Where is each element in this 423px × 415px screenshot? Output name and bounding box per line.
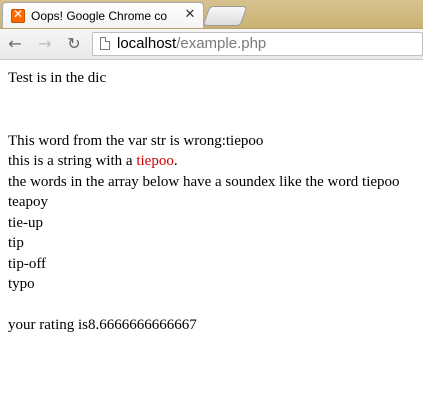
forward-icon[interactable]: →	[36, 35, 54, 53]
soundex-description-line: the words in the array below have a soun…	[8, 173, 400, 190]
reload-icon[interactable]: ↻	[65, 35, 83, 53]
rating-line: your rating is8.6666666666667	[8, 316, 197, 333]
tab-title: Oops! Google Chrome co	[31, 9, 168, 23]
word-item: tip-off	[8, 255, 47, 272]
browser-tab[interactable]: Oops! Google Chrome co ✕	[2, 2, 204, 28]
wrong-word-line: This word from the var str is wrong:tiep…	[8, 132, 264, 149]
highlighted-string-suffix: .	[173, 153, 178, 169]
url-host: localhost	[117, 35, 177, 52]
browser-tabstrip: Oops! Google Chrome co ✕	[0, 0, 423, 29]
word-item: tip	[8, 235, 24, 251]
page-error-icon	[11, 7, 25, 23]
highlighted-word: tiepoo	[136, 153, 174, 169]
new-tab-button[interactable]	[202, 6, 248, 26]
page-content: Test is in the dic This word from the va…	[8, 68, 418, 335]
browser-toolbar: ← → ↻ localhost/example.php	[0, 29, 423, 60]
close-icon[interactable]: ✕	[183, 8, 197, 22]
page-icon	[100, 37, 110, 50]
address-bar[interactable]: localhost/example.php	[92, 32, 423, 56]
highlighted-string-prefix: this is a string with a	[8, 153, 137, 169]
word-item: typo	[8, 276, 35, 292]
word-item: teapoy	[8, 194, 48, 210]
dictionary-status-line: Test is in the dic	[8, 70, 107, 86]
word-item: tie-up	[8, 214, 43, 231]
highlighted-string-line: this is a string with a tiepoo.	[8, 151, 418, 172]
url-path: /example.php	[176, 35, 267, 52]
url-text[interactable]: localhost/example.php	[117, 35, 266, 52]
back-icon[interactable]: ←	[6, 35, 24, 53]
